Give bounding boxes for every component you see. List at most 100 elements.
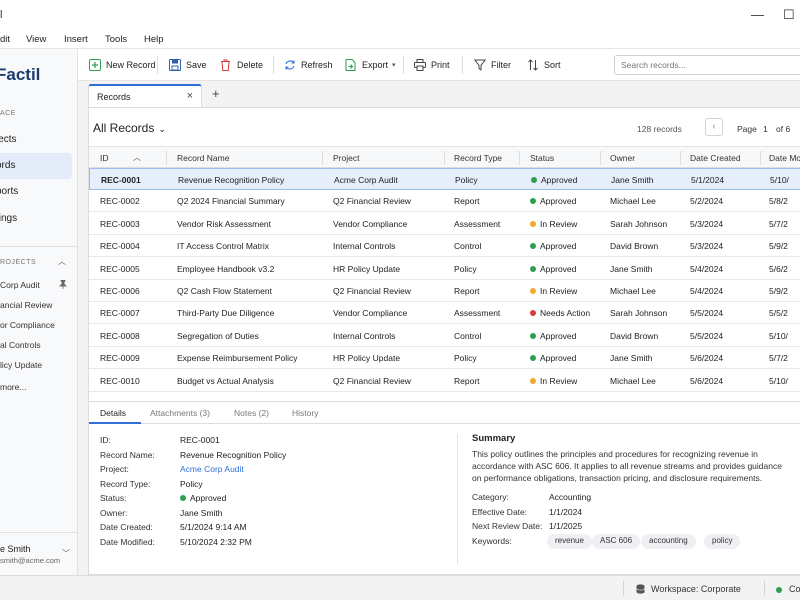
menu-help[interactable]: Help bbox=[144, 34, 164, 45]
pin-icon[interactable] bbox=[59, 279, 67, 291]
column-separator[interactable] bbox=[444, 151, 445, 165]
user-email: smith@acme.com bbox=[0, 556, 61, 565]
status-dot-icon bbox=[530, 220, 536, 227]
more-projects-link[interactable]: more... bbox=[0, 382, 26, 392]
sidebar-item-label: jects bbox=[0, 134, 17, 145]
keyword-chip[interactable]: revenue bbox=[547, 534, 592, 549]
column-header-modified[interactable]: Date Mo bbox=[769, 153, 800, 163]
column-separator[interactable] bbox=[600, 151, 601, 165]
toolbar-separator bbox=[273, 56, 274, 74]
cell-project: Q2 Financial Review bbox=[333, 375, 411, 386]
column-header-project[interactable]: Project bbox=[333, 153, 359, 163]
tab-attachments[interactable]: Attachments (3) bbox=[150, 408, 210, 418]
status-dot-icon bbox=[530, 355, 536, 362]
menu-view[interactable]: View bbox=[26, 34, 46, 45]
print-button[interactable]: Print bbox=[413, 58, 450, 72]
status-text: Approved bbox=[190, 493, 227, 503]
column-separator[interactable] bbox=[519, 151, 520, 165]
cell-date-modified: 5/7/2 bbox=[769, 353, 788, 364]
delete-label: Delete bbox=[237, 60, 264, 70]
refresh-button[interactable]: Refresh bbox=[283, 58, 333, 72]
column-header-owner[interactable]: Owner bbox=[610, 153, 635, 163]
new-record-button[interactable]: New Record bbox=[88, 58, 156, 72]
workspace-status[interactable]: Workspace: Corporate bbox=[651, 584, 741, 594]
sort-asc-icon[interactable]: ︿ bbox=[133, 152, 141, 163]
column-header-type[interactable]: Record Type bbox=[454, 153, 502, 163]
sidebar-item-records[interactable]: ords bbox=[0, 153, 72, 179]
table-row[interactable]: REC-0010 Budget vs Actual Analysis Q2 Fina… bbox=[89, 370, 800, 392]
page-number[interactable]: 1 bbox=[763, 124, 768, 134]
maximize-button[interactable]: ☐ bbox=[783, 7, 795, 23]
column-header-status[interactable]: Status bbox=[530, 153, 554, 163]
cell-record-name: Vendor Risk Assessment bbox=[177, 218, 272, 229]
connected-status-icon bbox=[776, 585, 786, 595]
search-input[interactable] bbox=[614, 55, 800, 75]
cell-record-name: Budget vs Actual Analysis bbox=[177, 375, 274, 386]
menu-insert[interactable]: Insert bbox=[64, 34, 88, 45]
sort-button[interactable]: Sort bbox=[526, 58, 561, 72]
tab-notes[interactable]: Notes (2) bbox=[234, 408, 269, 418]
sidebar-item-settings[interactable]: tings bbox=[0, 206, 72, 232]
save-button[interactable]: Save bbox=[168, 58, 207, 72]
table-row[interactable]: REC-0001 Revenue Recognition Policy Acme C… bbox=[89, 168, 800, 190]
cell-status: In Review bbox=[530, 376, 577, 386]
view-selector[interactable]: All Records ⌄ bbox=[93, 121, 166, 135]
keyword-chip[interactable]: policy bbox=[704, 534, 741, 549]
table-row[interactable]: REC-0003 Vendor Risk Assessment Vendor Com… bbox=[89, 213, 800, 235]
menu-edit[interactable]: dit bbox=[0, 34, 10, 45]
sidebar-item-reports[interactable]: ports bbox=[0, 179, 72, 205]
table-row[interactable]: REC-0002 Q2 2024 Financial Summary Q2 Fina… bbox=[89, 190, 800, 213]
keyword-chip[interactable]: accounting bbox=[641, 534, 696, 549]
filter-button[interactable]: Filter bbox=[473, 58, 511, 72]
keyword-chip[interactable]: ASC 606 bbox=[592, 534, 641, 549]
menu-tools[interactable]: Tools bbox=[105, 34, 127, 45]
table-row[interactable]: REC-0007 Third-Party Due Diligence Vendor … bbox=[89, 302, 800, 325]
table-row[interactable]: REC-0006 Q2 Cash Flow Statement Q2 Financi… bbox=[89, 280, 800, 302]
database-icon bbox=[636, 584, 645, 596]
close-icon[interactable]: × bbox=[187, 90, 193, 102]
column-separator[interactable] bbox=[760, 151, 761, 165]
cell-status: Approved bbox=[531, 175, 577, 185]
tab-history[interactable]: History bbox=[292, 408, 318, 418]
status-dot-icon bbox=[530, 265, 536, 272]
sidebar-item-projects[interactable]: jects bbox=[0, 127, 72, 153]
add-tab-button[interactable]: + bbox=[212, 86, 220, 101]
column-header-created[interactable]: Date Created bbox=[690, 153, 741, 163]
table-row[interactable]: REC-0005 Employee Handbook v3.2 HR Policy … bbox=[89, 258, 800, 280]
cell-id: REC-0010 bbox=[100, 375, 140, 386]
minimize-button[interactable]: — bbox=[751, 7, 764, 22]
project-item[interactable]: Corp Audit bbox=[0, 280, 40, 290]
chevron-down-icon[interactable]: ﹀ bbox=[62, 548, 70, 559]
table-row[interactable]: REC-0008 Segregation of Duties Internal Co… bbox=[89, 325, 800, 347]
details-panel: Details Attachments (3) Notes (2) Histor… bbox=[89, 401, 800, 573]
cell-date-modified: 5/10/ bbox=[769, 375, 788, 386]
status-dot-icon bbox=[530, 288, 536, 294]
column-header-name[interactable]: Record Name bbox=[177, 153, 229, 163]
cell-date-created: 5/4/2024 bbox=[690, 286, 724, 296]
delete-button[interactable]: Delete bbox=[219, 58, 263, 72]
prev-page-button[interactable]: ‹ bbox=[705, 118, 723, 136]
column-separator[interactable] bbox=[680, 151, 681, 165]
project-link[interactable]: Acme Corp Audit bbox=[180, 464, 244, 474]
tab-records[interactable]: Records × bbox=[88, 84, 202, 108]
column-separator[interactable] bbox=[166, 151, 167, 165]
cell-record-type: Control bbox=[454, 330, 482, 341]
project-item[interactable]: al Controls bbox=[0, 340, 41, 350]
project-item[interactable]: ancial Review bbox=[0, 300, 52, 310]
cell-record-type: Policy bbox=[454, 353, 477, 364]
tab-details[interactable]: Details bbox=[100, 408, 126, 418]
column-header-id[interactable]: ID bbox=[100, 153, 109, 163]
project-item[interactable]: or Compliance bbox=[0, 320, 55, 330]
table-row[interactable]: REC-0009 Expense Reimbursement Policy HR P… bbox=[89, 347, 800, 370]
cell-date-created: 5/2/2024 bbox=[690, 196, 724, 207]
save-label: Save bbox=[186, 60, 207, 70]
cell-project: Vendor Compliance bbox=[333, 218, 408, 229]
trash-icon bbox=[219, 59, 232, 72]
project-item[interactable]: licy Update bbox=[0, 360, 42, 370]
column-separator[interactable] bbox=[322, 151, 323, 165]
keywords-label: Keywords: bbox=[472, 536, 512, 546]
cell-date-created: 5/3/2024 bbox=[690, 218, 724, 229]
chevron-up-icon[interactable]: ︿ bbox=[58, 256, 66, 267]
table-row[interactable]: REC-0004 IT Access Control Matrix Internal… bbox=[89, 235, 800, 258]
export-button[interactable]: Export ▾ bbox=[344, 58, 396, 72]
